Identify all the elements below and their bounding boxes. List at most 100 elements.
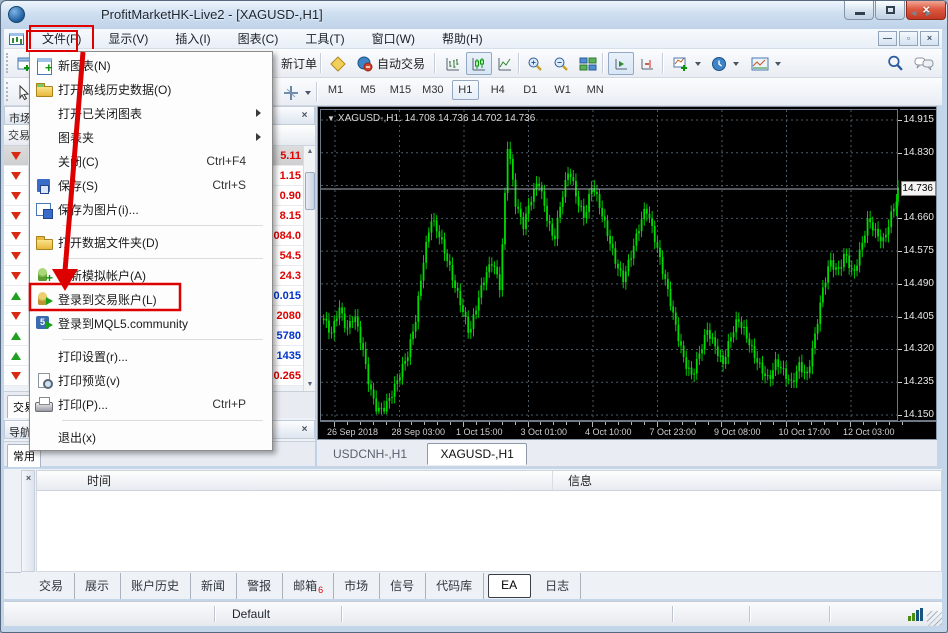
cycles-button[interactable]	[278, 81, 316, 104]
file-menu-item[interactable]	[30, 335, 272, 344]
toolbar-grip[interactable]	[6, 82, 10, 101]
timeframe-button[interactable]: MN	[582, 80, 609, 100]
templates-button[interactable]	[746, 52, 786, 75]
timeframe-button[interactable]: H1	[452, 80, 479, 100]
timeframe-button[interactable]: H4	[484, 80, 511, 100]
file-menu-item[interactable]: 登录到MQL5.community	[30, 311, 272, 335]
terminal-tab[interactable]: 账户历史	[121, 573, 191, 599]
file-menu-item[interactable]: 打开离线历史数据(O)	[30, 77, 272, 101]
menu-bar-item[interactable]: 帮助(H)	[432, 28, 493, 49]
menu-bar-item[interactable]: 图表(C)	[228, 28, 289, 49]
message-column-header[interactable]: 信息	[553, 472, 941, 489]
timeframe-button[interactable]: M1	[322, 80, 349, 100]
time-column-header[interactable]: 时间	[37, 471, 553, 490]
terminal-tab[interactable]: 邮箱6	[283, 573, 334, 599]
profile-name[interactable]: Default	[232, 607, 270, 621]
menu-bar-item[interactable]: 显示(V)	[98, 28, 158, 49]
chat-button[interactable]	[909, 52, 939, 75]
scrollbar-thumb[interactable]	[305, 172, 315, 210]
file-menu-item[interactable]: 保存为图片(i)...	[30, 197, 272, 221]
file-menu-item[interactable]: 图表夹	[30, 125, 272, 149]
mdi-close-button[interactable]: ×	[920, 31, 939, 46]
timeframe-button[interactable]: W1	[549, 80, 576, 100]
chart-tab[interactable]: USDCNH-,H1	[321, 444, 419, 464]
file-menu-item[interactable]: 登录到交易账户(L)	[30, 287, 272, 311]
line-chart-button[interactable]	[492, 52, 518, 75]
menu-bar-item[interactable]: 窗口(W)	[362, 28, 425, 49]
time-axis[interactable]: 26 Sep 201828 Sep 03:001 Oct 15:003 Oct …	[320, 421, 936, 439]
file-menu-item[interactable]	[30, 416, 272, 425]
mdi-minimize-button[interactable]: —	[878, 31, 897, 46]
window-title: ProfitMarketHK-Live2 - [XAGUSD-,H1]	[101, 7, 323, 22]
menu-item-label: 保存(S)	[58, 177, 212, 194]
tile-windows-button[interactable]	[574, 52, 602, 75]
terminal-tab[interactable]: 新闻	[191, 573, 237, 599]
zoom-out-button[interactable]	[548, 52, 574, 75]
title-bar[interactable]: ProfitMarketHK-Live2 - [XAGUSD-,H1] ×	[1, 1, 948, 29]
file-menu-item[interactable]: 打开数据文件夹(D)	[30, 230, 272, 254]
menu-item-shortcut: Ctrl+P	[212, 397, 246, 411]
auto-scroll-button[interactable]	[608, 52, 634, 75]
chart-plot-area[interactable]: ▼XAGUSD-,H1. 14.708 14.736 14.702 14.736	[320, 109, 898, 421]
market-watch-scrollbar[interactable]: ▲ ▼	[303, 146, 315, 391]
chart-tab-scroll-buttons[interactable]: ◄►	[909, 8, 939, 18]
timeframe-button[interactable]: M30	[419, 80, 446, 100]
candlestick-chart	[321, 110, 899, 422]
market-button[interactable]	[324, 52, 352, 75]
terminal-tab[interactable]: 交易	[29, 573, 75, 599]
market-watch-close-icon[interactable]: ×	[298, 109, 311, 122]
menu-bar-item[interactable]: 工具(T)	[295, 28, 354, 49]
menu-bar-item[interactable]: 文件(F)	[32, 28, 91, 49]
bar-chart-button[interactable]	[440, 52, 466, 75]
price-scale[interactable]: 14.736 14.91514.83014.66014.57514.49014.…	[900, 109, 936, 421]
chart-window-icon[interactable]	[9, 33, 24, 45]
menu-bar-item[interactable]: 插入(I)	[165, 28, 220, 49]
terminal-tab[interactable]: 展示	[75, 573, 121, 599]
file-menu-item[interactable]: 关闭(C) Ctrl+F4	[30, 149, 272, 173]
file-menu-item[interactable]: 打印预览(v)	[30, 368, 272, 392]
file-menu-item[interactable]: 退出(x)	[30, 425, 272, 449]
terminal-table-body[interactable]	[36, 491, 942, 572]
terminal-close-icon[interactable]: ×	[23, 473, 34, 484]
mdi-restore-button[interactable]: ▫	[899, 31, 918, 46]
file-menu-item[interactable]: 打印(P)... Ctrl+P	[30, 392, 272, 416]
file-menu-item[interactable]: 新图表(N)	[30, 53, 272, 77]
search-button[interactable]	[882, 52, 909, 75]
minimize-button[interactable]	[844, 1, 874, 20]
file-menu-item[interactable]: 开新模拟帐户(A)	[30, 263, 272, 287]
indicators-button[interactable]	[668, 52, 706, 75]
file-menu-item[interactable]: 打开已关闭图表	[30, 101, 272, 125]
candlestick-chart-button[interactable]	[466, 52, 492, 75]
time-tick-label: 7 Oct 23:00	[650, 427, 697, 437]
toolbar-grip[interactable]	[6, 53, 10, 73]
chart-shift-button[interactable]	[634, 52, 660, 75]
time-tick-mark	[876, 422, 877, 425]
file-menu-item[interactable]: 保存(S) Ctrl+S	[30, 173, 272, 197]
auto-trading-button[interactable]: 自动交易	[352, 52, 430, 75]
terminal-tab[interactable]: 市场	[334, 573, 380, 599]
bid-price: 0.265	[273, 370, 301, 382]
terminal-tab[interactable]: 代码库	[426, 573, 484, 599]
terminal-tab[interactable]: 信号	[380, 573, 426, 599]
resize-grip[interactable]	[927, 611, 942, 626]
scroll-up-icon[interactable]: ▲	[304, 146, 316, 158]
scroll-down-icon[interactable]: ▼	[304, 379, 316, 391]
cycle-lines-icon	[283, 85, 299, 101]
restore-button[interactable]	[875, 1, 905, 20]
navigator-close-icon[interactable]: ×	[298, 423, 311, 436]
periods-button[interactable]	[706, 52, 744, 75]
chart-tab[interactable]: XAGUSD-,H1	[427, 443, 526, 465]
file-menu-item[interactable]	[30, 254, 272, 263]
terminal-tab[interactable]: EA	[488, 574, 531, 598]
mql5-community-icon	[30, 314, 58, 332]
time-tick-mark	[669, 422, 670, 425]
timeframe-button[interactable]: M5	[354, 80, 381, 100]
file-menu-item[interactable]: 打印设置(r)...	[30, 344, 272, 368]
menu-item-label: 关闭(C)	[58, 153, 206, 170]
zoom-in-button[interactable]	[522, 52, 548, 75]
timeframe-button[interactable]: D1	[517, 80, 544, 100]
terminal-tab[interactable]: 警报	[237, 573, 283, 599]
file-menu-item[interactable]	[30, 221, 272, 230]
terminal-tab[interactable]: 日志	[535, 573, 581, 599]
timeframe-button[interactable]: M15	[387, 80, 414, 100]
